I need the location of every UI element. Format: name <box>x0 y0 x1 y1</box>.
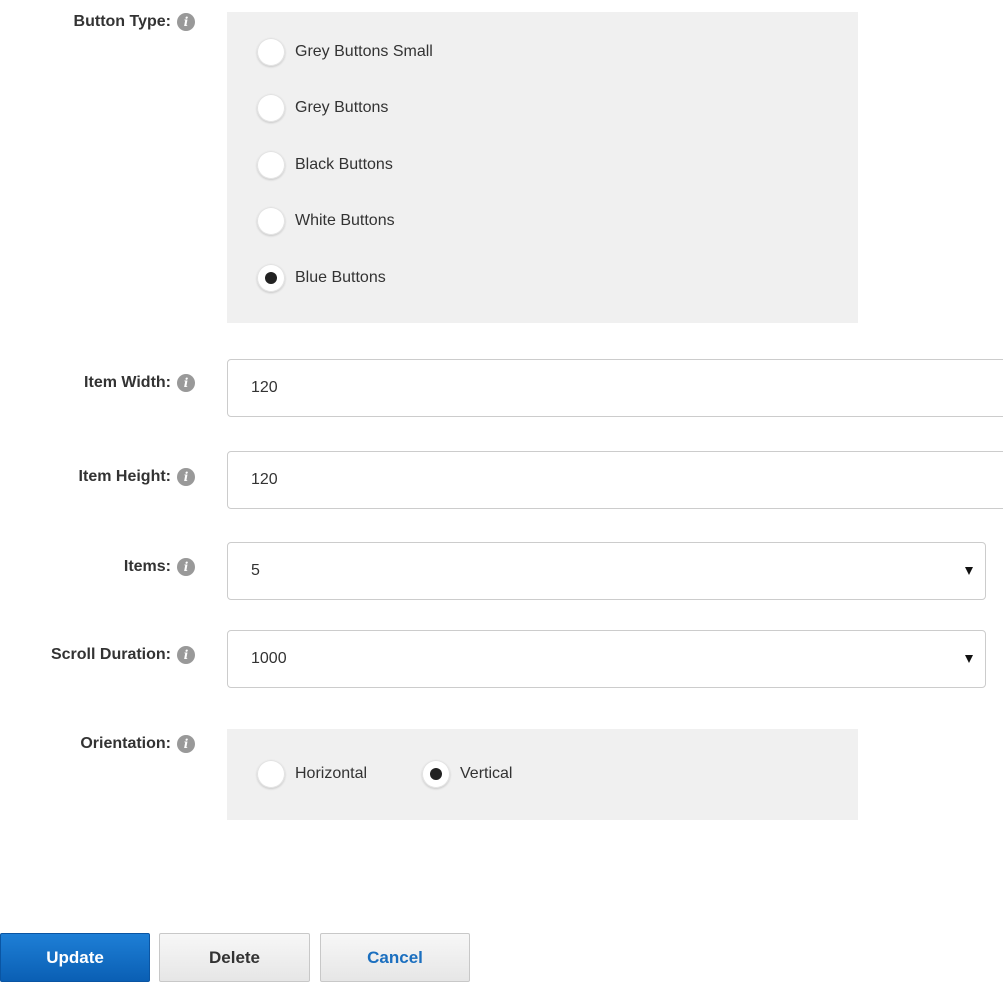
radio-selected-dot <box>265 272 277 284</box>
radio-circle[interactable] <box>257 151 285 179</box>
orientation-radio-group: Horizontal Vertical <box>227 729 858 820</box>
scroll-duration-select[interactable]: 1000 <box>227 630 986 688</box>
radio-horizontal[interactable]: Horizontal <box>257 760 367 788</box>
radio-circle[interactable] <box>422 760 450 788</box>
button-type-label: Button Type: i <box>74 13 195 31</box>
radio-label: Horizontal <box>295 765 368 782</box>
info-icon[interactable]: i <box>177 646 195 664</box>
radio-circle[interactable] <box>257 94 285 122</box>
delete-button[interactable]: Delete <box>159 933 310 982</box>
radio-circle[interactable] <box>257 38 285 66</box>
info-icon[interactable]: i <box>177 374 195 392</box>
info-icon[interactable]: i <box>177 468 195 486</box>
scroll-duration-label-text: Scroll Duration: <box>50 646 171 663</box>
scroll-duration-select-value: 1000 <box>251 650 287 667</box>
button-type-radio-group: Grey Buttons Small Grey Buttons Black Bu… <box>227 12 858 323</box>
radio-label: Vertical <box>460 765 513 782</box>
radio-circle[interactable] <box>257 207 285 235</box>
settings-form: Button Type: i Grey Buttons Small Grey B… <box>0 0 1003 982</box>
radio-grey-buttons-small[interactable]: Grey Buttons Small <box>257 38 433 66</box>
radio-vertical[interactable]: Vertical <box>422 760 512 788</box>
items-select-value: 5 <box>251 562 260 579</box>
item-width-label: Item Width: i <box>84 374 195 392</box>
orientation-label-text: Orientation: <box>80 735 171 752</box>
radio-label: Blue Buttons <box>295 269 386 286</box>
items-label: Items: i <box>124 558 195 576</box>
radio-grey-buttons[interactable]: Grey Buttons <box>257 94 388 122</box>
item-width-label-text: Item Width: <box>84 374 171 391</box>
items-select[interactable]: 5 <box>227 542 986 600</box>
info-icon[interactable]: i <box>177 735 195 753</box>
radio-label: Black Buttons <box>295 156 393 173</box>
info-icon[interactable]: i <box>177 558 195 576</box>
cancel-button[interactable]: Cancel <box>320 933 470 982</box>
radio-label: White Buttons <box>295 212 395 229</box>
scroll-duration-label: Scroll Duration: i <box>51 646 195 664</box>
radio-label: Grey Buttons <box>295 99 389 116</box>
radio-white-buttons[interactable]: White Buttons <box>257 207 395 235</box>
chevron-down-icon <box>965 655 973 663</box>
radio-selected-dot <box>430 768 442 780</box>
radio-blue-buttons[interactable]: Blue Buttons <box>257 264 386 292</box>
chevron-down-icon <box>965 567 973 575</box>
radio-circle[interactable] <box>257 264 285 292</box>
update-button[interactable]: Update <box>0 933 150 982</box>
item-width-input[interactable] <box>227 359 1003 417</box>
radio-label: Grey Buttons Small <box>295 43 433 60</box>
radio-circle[interactable] <box>257 760 285 788</box>
info-icon[interactable]: i <box>177 13 195 31</box>
item-height-input[interactable] <box>227 451 1003 509</box>
radio-black-buttons[interactable]: Black Buttons <box>257 151 393 179</box>
orientation-label: Orientation: i <box>80 735 195 753</box>
item-height-label-text: Item Height: <box>78 468 171 485</box>
button-type-label-text: Button Type: <box>73 13 171 30</box>
items-label-text: Items: <box>123 558 171 575</box>
item-height-label: Item Height: i <box>79 468 195 486</box>
